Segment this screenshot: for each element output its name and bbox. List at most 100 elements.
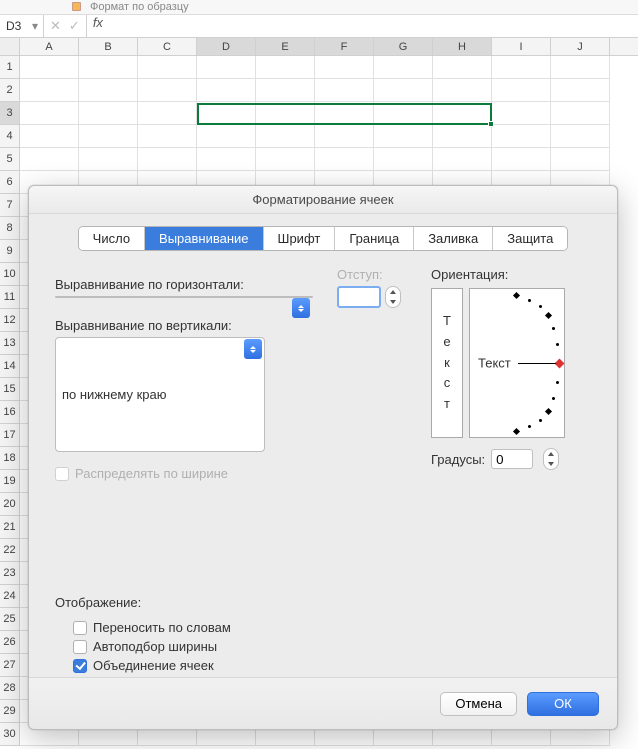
merge-checkbox[interactable] <box>73 659 87 673</box>
cell[interactable] <box>138 79 197 102</box>
cell[interactable] <box>492 125 551 148</box>
cell[interactable] <box>256 56 315 79</box>
cell[interactable] <box>374 125 433 148</box>
row-header[interactable]: 26 <box>0 631 20 654</box>
row-header[interactable]: 12 <box>0 309 20 332</box>
cell[interactable] <box>315 79 374 102</box>
col-header[interactable]: J <box>551 38 610 55</box>
row-header[interactable]: 10 <box>0 263 20 286</box>
shrink-checkbox[interactable] <box>73 640 87 654</box>
cell[interactable] <box>374 102 433 125</box>
tab-number[interactable]: Число <box>79 227 145 250</box>
cell[interactable] <box>20 56 79 79</box>
row-header[interactable]: 14 <box>0 355 20 378</box>
cell[interactable] <box>374 56 433 79</box>
cell[interactable] <box>79 102 138 125</box>
confirm-icon[interactable]: ✓ <box>69 18 80 34</box>
name-box-dropdown-icon[interactable]: ▾ <box>27 19 43 33</box>
cell[interactable] <box>315 148 374 171</box>
tab-fill[interactable]: Заливка <box>414 227 493 250</box>
cell[interactable] <box>138 102 197 125</box>
cell[interactable] <box>79 148 138 171</box>
cell[interactable] <box>197 148 256 171</box>
row-header[interactable]: 11 <box>0 286 20 309</box>
cell[interactable] <box>197 79 256 102</box>
cell[interactable] <box>20 125 79 148</box>
row-header[interactable]: 5 <box>0 148 20 171</box>
col-header[interactable]: G <box>374 38 433 55</box>
cell[interactable] <box>315 102 374 125</box>
cell[interactable] <box>256 102 315 125</box>
cell[interactable] <box>433 125 492 148</box>
row-header[interactable]: 19 <box>0 470 20 493</box>
row-header[interactable]: 27 <box>0 654 20 677</box>
row-header[interactable]: 22 <box>0 539 20 562</box>
cell[interactable] <box>374 148 433 171</box>
cell[interactable] <box>256 125 315 148</box>
v-align-select[interactable]: по нижнему краю <box>55 337 265 452</box>
stepper-up-icon[interactable] <box>544 449 558 459</box>
row-header[interactable]: 18 <box>0 447 20 470</box>
col-header[interactable]: H <box>433 38 492 55</box>
row-header[interactable]: 13 <box>0 332 20 355</box>
col-header[interactable]: B <box>79 38 138 55</box>
row-header[interactable]: 8 <box>0 217 20 240</box>
row-header[interactable]: 29 <box>0 700 20 723</box>
row-header[interactable]: 24 <box>0 585 20 608</box>
degrees-input[interactable] <box>491 449 533 469</box>
cell[interactable] <box>374 79 433 102</box>
cell[interactable] <box>433 79 492 102</box>
cell[interactable] <box>256 79 315 102</box>
cell[interactable] <box>492 102 551 125</box>
select-all-corner[interactable] <box>0 38 20 55</box>
row-header[interactable]: 16 <box>0 401 20 424</box>
cell[interactable] <box>20 79 79 102</box>
wrap-checkbox[interactable] <box>73 621 87 635</box>
cell[interactable] <box>20 102 79 125</box>
cell[interactable] <box>20 148 79 171</box>
cell[interactable] <box>551 79 610 102</box>
vertical-text-button[interactable]: Т е к с т <box>431 288 463 438</box>
row-header[interactable]: 6 <box>0 171 20 194</box>
tab-font[interactable]: Шрифт <box>264 227 336 250</box>
row-header[interactable]: 17 <box>0 424 20 447</box>
degrees-stepper[interactable] <box>543 448 559 470</box>
stepper-down-icon[interactable] <box>544 459 558 469</box>
cell[interactable] <box>315 56 374 79</box>
col-header[interactable]: D <box>197 38 256 55</box>
formula-input[interactable] <box>109 15 638 37</box>
col-header[interactable]: A <box>20 38 79 55</box>
cell[interactable] <box>551 56 610 79</box>
row-header[interactable]: 20 <box>0 493 20 516</box>
cell[interactable] <box>433 148 492 171</box>
row-header[interactable]: 9 <box>0 240 20 263</box>
stepper-down-icon[interactable] <box>386 297 400 307</box>
cell[interactable] <box>492 56 551 79</box>
cell[interactable] <box>433 56 492 79</box>
cell[interactable] <box>197 56 256 79</box>
cancel-icon[interactable]: ✕ <box>50 18 61 34</box>
indent-input[interactable] <box>337 286 381 308</box>
col-header[interactable]: F <box>315 38 374 55</box>
format-painter-label[interactable]: Формат по образцу <box>90 1 189 13</box>
row-header[interactable]: 15 <box>0 378 20 401</box>
cell[interactable] <box>197 102 256 125</box>
name-box[interactable]: D3 ▾ <box>0 15 44 37</box>
row-header[interactable]: 3 <box>0 102 20 125</box>
stepper-up-icon[interactable] <box>386 287 400 297</box>
cell[interactable] <box>138 125 197 148</box>
tab-alignment[interactable]: Выравнивание <box>145 227 263 250</box>
cell[interactable] <box>79 79 138 102</box>
row-header[interactable]: 25 <box>0 608 20 631</box>
cell[interactable] <box>433 102 492 125</box>
cell[interactable] <box>138 148 197 171</box>
row-header[interactable]: 23 <box>0 562 20 585</box>
cell[interactable] <box>492 148 551 171</box>
cancel-button[interactable]: Отмена <box>440 692 517 716</box>
indent-stepper[interactable] <box>385 286 401 308</box>
tab-protection[interactable]: Защита <box>493 227 567 250</box>
cell[interactable] <box>551 148 610 171</box>
cell[interactable] <box>138 56 197 79</box>
cell[interactable] <box>551 125 610 148</box>
row-header[interactable]: 21 <box>0 516 20 539</box>
